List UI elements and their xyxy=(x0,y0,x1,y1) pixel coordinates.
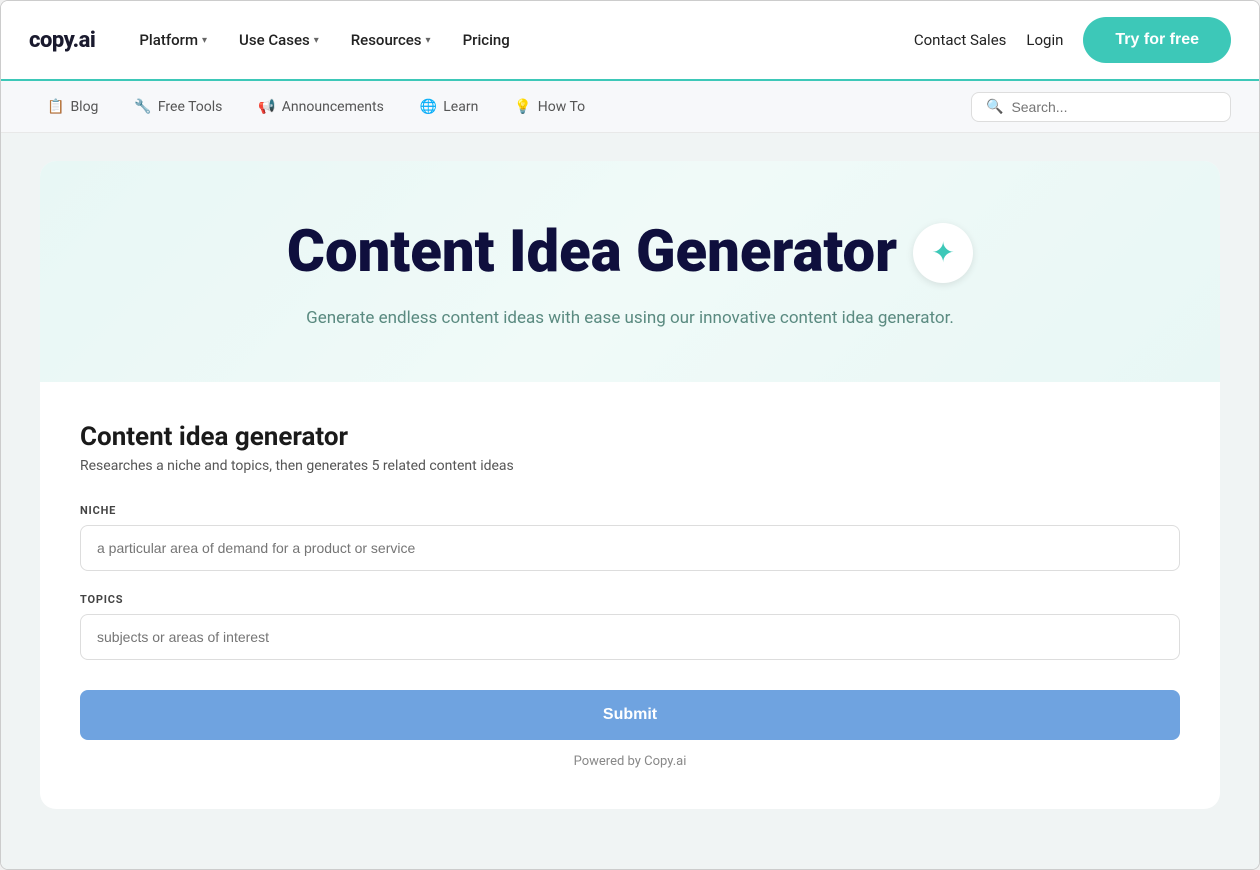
sparkle-icon: ✦ xyxy=(913,223,973,283)
nav-item-pricing[interactable]: Pricing xyxy=(451,23,522,57)
subnav-learn[interactable]: 🌐 Learn xyxy=(402,81,497,132)
niche-field-group: NICHE xyxy=(80,504,1180,571)
subnav-announcements[interactable]: 📢 Announcements xyxy=(240,81,401,132)
powered-by-text: Powered by Copy.ai xyxy=(80,754,1180,769)
hero-title: Content Idea Generator xyxy=(287,221,897,285)
search-input[interactable] xyxy=(1011,99,1216,115)
subnav-search-box[interactable]: 🔍 xyxy=(971,92,1231,122)
form-section: Content idea generator Researches a nich… xyxy=(40,382,1220,769)
login-link[interactable]: Login xyxy=(1026,31,1063,49)
nav-item-platform[interactable]: Platform ▾ xyxy=(127,23,219,57)
subnav-how-to[interactable]: 💡 How To xyxy=(496,81,603,132)
hero-subtitle: Generate endless content ideas with ease… xyxy=(80,305,1180,332)
chevron-down-icon: ▾ xyxy=(426,35,431,46)
chevron-down-icon: ▾ xyxy=(202,35,207,46)
tools-icon: 🔧 xyxy=(134,99,151,115)
hero-title-wrap: Content Idea Generator ✦ xyxy=(80,221,1180,285)
nav-item-resources[interactable]: Resources ▾ xyxy=(339,23,443,57)
topics-label: TOPICS xyxy=(80,593,1180,606)
subnav-blog[interactable]: 📋 Blog xyxy=(29,81,116,132)
form-description: Researches a niche and topics, then gene… xyxy=(80,458,1180,474)
try-for-free-button[interactable]: Try for free xyxy=(1083,17,1231,63)
nav-right: Contact Sales Login Try for free xyxy=(914,17,1231,63)
nav-item-use-cases[interactable]: Use Cases ▾ xyxy=(227,23,331,57)
chevron-down-icon: ▾ xyxy=(314,35,319,46)
subnav-free-tools[interactable]: 🔧 Free Tools xyxy=(116,81,240,132)
contact-sales-link[interactable]: Contact Sales xyxy=(914,31,1007,49)
subnav: 📋 Blog 🔧 Free Tools 📢 Announcements 🌐 Le… xyxy=(1,81,1259,133)
topics-field-group: TOPICS xyxy=(80,593,1180,660)
learn-icon: 🌐 xyxy=(420,99,437,115)
announcements-icon: 📢 xyxy=(258,99,275,115)
main-content: Content Idea Generator ✦ Generate endles… xyxy=(1,133,1259,869)
niche-input[interactable] xyxy=(80,525,1180,571)
howto-icon: 💡 xyxy=(514,99,531,115)
blog-icon: 📋 xyxy=(47,99,64,115)
submit-button[interactable]: Submit xyxy=(80,690,1180,740)
topics-input[interactable] xyxy=(80,614,1180,660)
niche-label: NICHE xyxy=(80,504,1180,517)
hero-section: Content Idea Generator ✦ Generate endles… xyxy=(40,161,1220,382)
logo[interactable]: copy.ai xyxy=(29,28,95,53)
nav-left: copy.ai Platform ▾ Use Cases ▾ Resources… xyxy=(29,23,522,57)
search-icon: 🔍 xyxy=(986,99,1003,115)
navbar: copy.ai Platform ▾ Use Cases ▾ Resources… xyxy=(1,1,1259,81)
form-title: Content idea generator xyxy=(80,422,1180,452)
main-card: Content Idea Generator ✦ Generate endles… xyxy=(40,161,1220,809)
